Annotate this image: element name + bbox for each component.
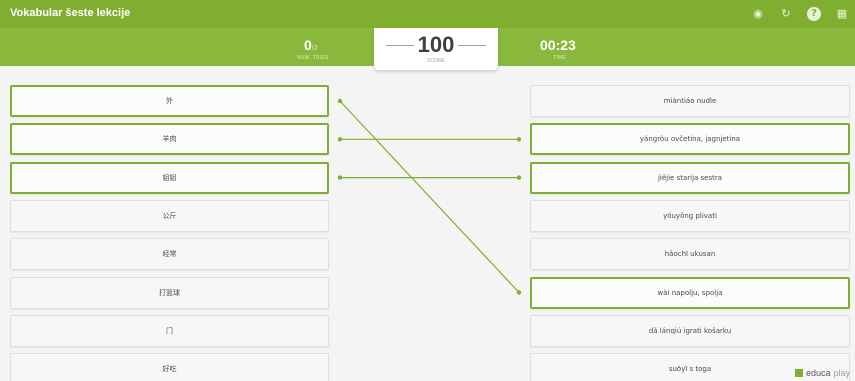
connection-dot <box>516 175 522 180</box>
right-card[interactable]: miàntiáo nudle <box>530 85 850 117</box>
right-card-label: wài napolju, spolja <box>657 288 723 297</box>
right-card-label: miàntiáo nudle <box>663 97 717 105</box>
left-card[interactable]: 好吃 <box>10 353 329 381</box>
connection-dot <box>337 98 343 104</box>
right-card-label: suōyī s toga <box>668 365 712 374</box>
right-card[interactable]: yóuyǒng plivati <box>530 199 850 232</box>
left-card[interactable]: 姐姐 <box>10 161 329 194</box>
left-card[interactable]: 门 <box>10 314 329 347</box>
left-card-label: 公斤 <box>162 211 177 220</box>
connection-dot <box>337 137 343 142</box>
left-card-label: 外 <box>166 97 173 105</box>
right-card-label: jiějie starija sestra <box>657 173 723 182</box>
left-card-label: 姐姐 <box>162 173 177 182</box>
right-card[interactable]: wài napolju, spolja <box>530 276 850 309</box>
right-card-label: hǎochī ukusan <box>664 250 716 259</box>
logo-mark-icon <box>795 369 803 377</box>
right-card[interactable]: hǎochī ukusan <box>530 238 850 271</box>
connection-line <box>339 100 520 293</box>
connection-dot <box>516 290 522 295</box>
educaplay-logo: educa play <box>795 368 850 378</box>
right-card[interactable]: dǎ lánqiú igrati košarku <box>530 314 850 347</box>
left-card[interactable]: 公斤 <box>10 199 329 232</box>
left-card-label: 经常 <box>162 250 177 259</box>
connection-dot <box>516 137 522 142</box>
left-card[interactable]: 外 <box>10 85 329 117</box>
left-card-label: 打篮球 <box>159 288 180 297</box>
left-card-label: 羊肉 <box>162 135 177 144</box>
right-card-label: yóuyǒng plivati <box>663 211 717 220</box>
left-card-label: 好吃 <box>162 365 177 374</box>
right-card[interactable]: jiějie starija sestra <box>530 161 850 194</box>
connection-dot <box>337 175 343 180</box>
game-window: Vokabular šeste lekcije ◉ ↻ ? ▦ 0/2 NUM.… <box>0 0 855 381</box>
left-card[interactable]: 经常 <box>10 238 329 271</box>
right-card-label: yángròu ovčetina, jagnjetina <box>639 135 741 144</box>
right-card[interactable]: yángròu ovčetina, jagnjetina <box>530 123 850 156</box>
left-card[interactable]: 羊肉 <box>10 123 329 156</box>
right-card-label: dǎ lánqiú igrati košarku <box>648 326 732 335</box>
left-card[interactable]: 打篮球 <box>10 276 329 309</box>
left-card-label: 门 <box>166 326 173 335</box>
